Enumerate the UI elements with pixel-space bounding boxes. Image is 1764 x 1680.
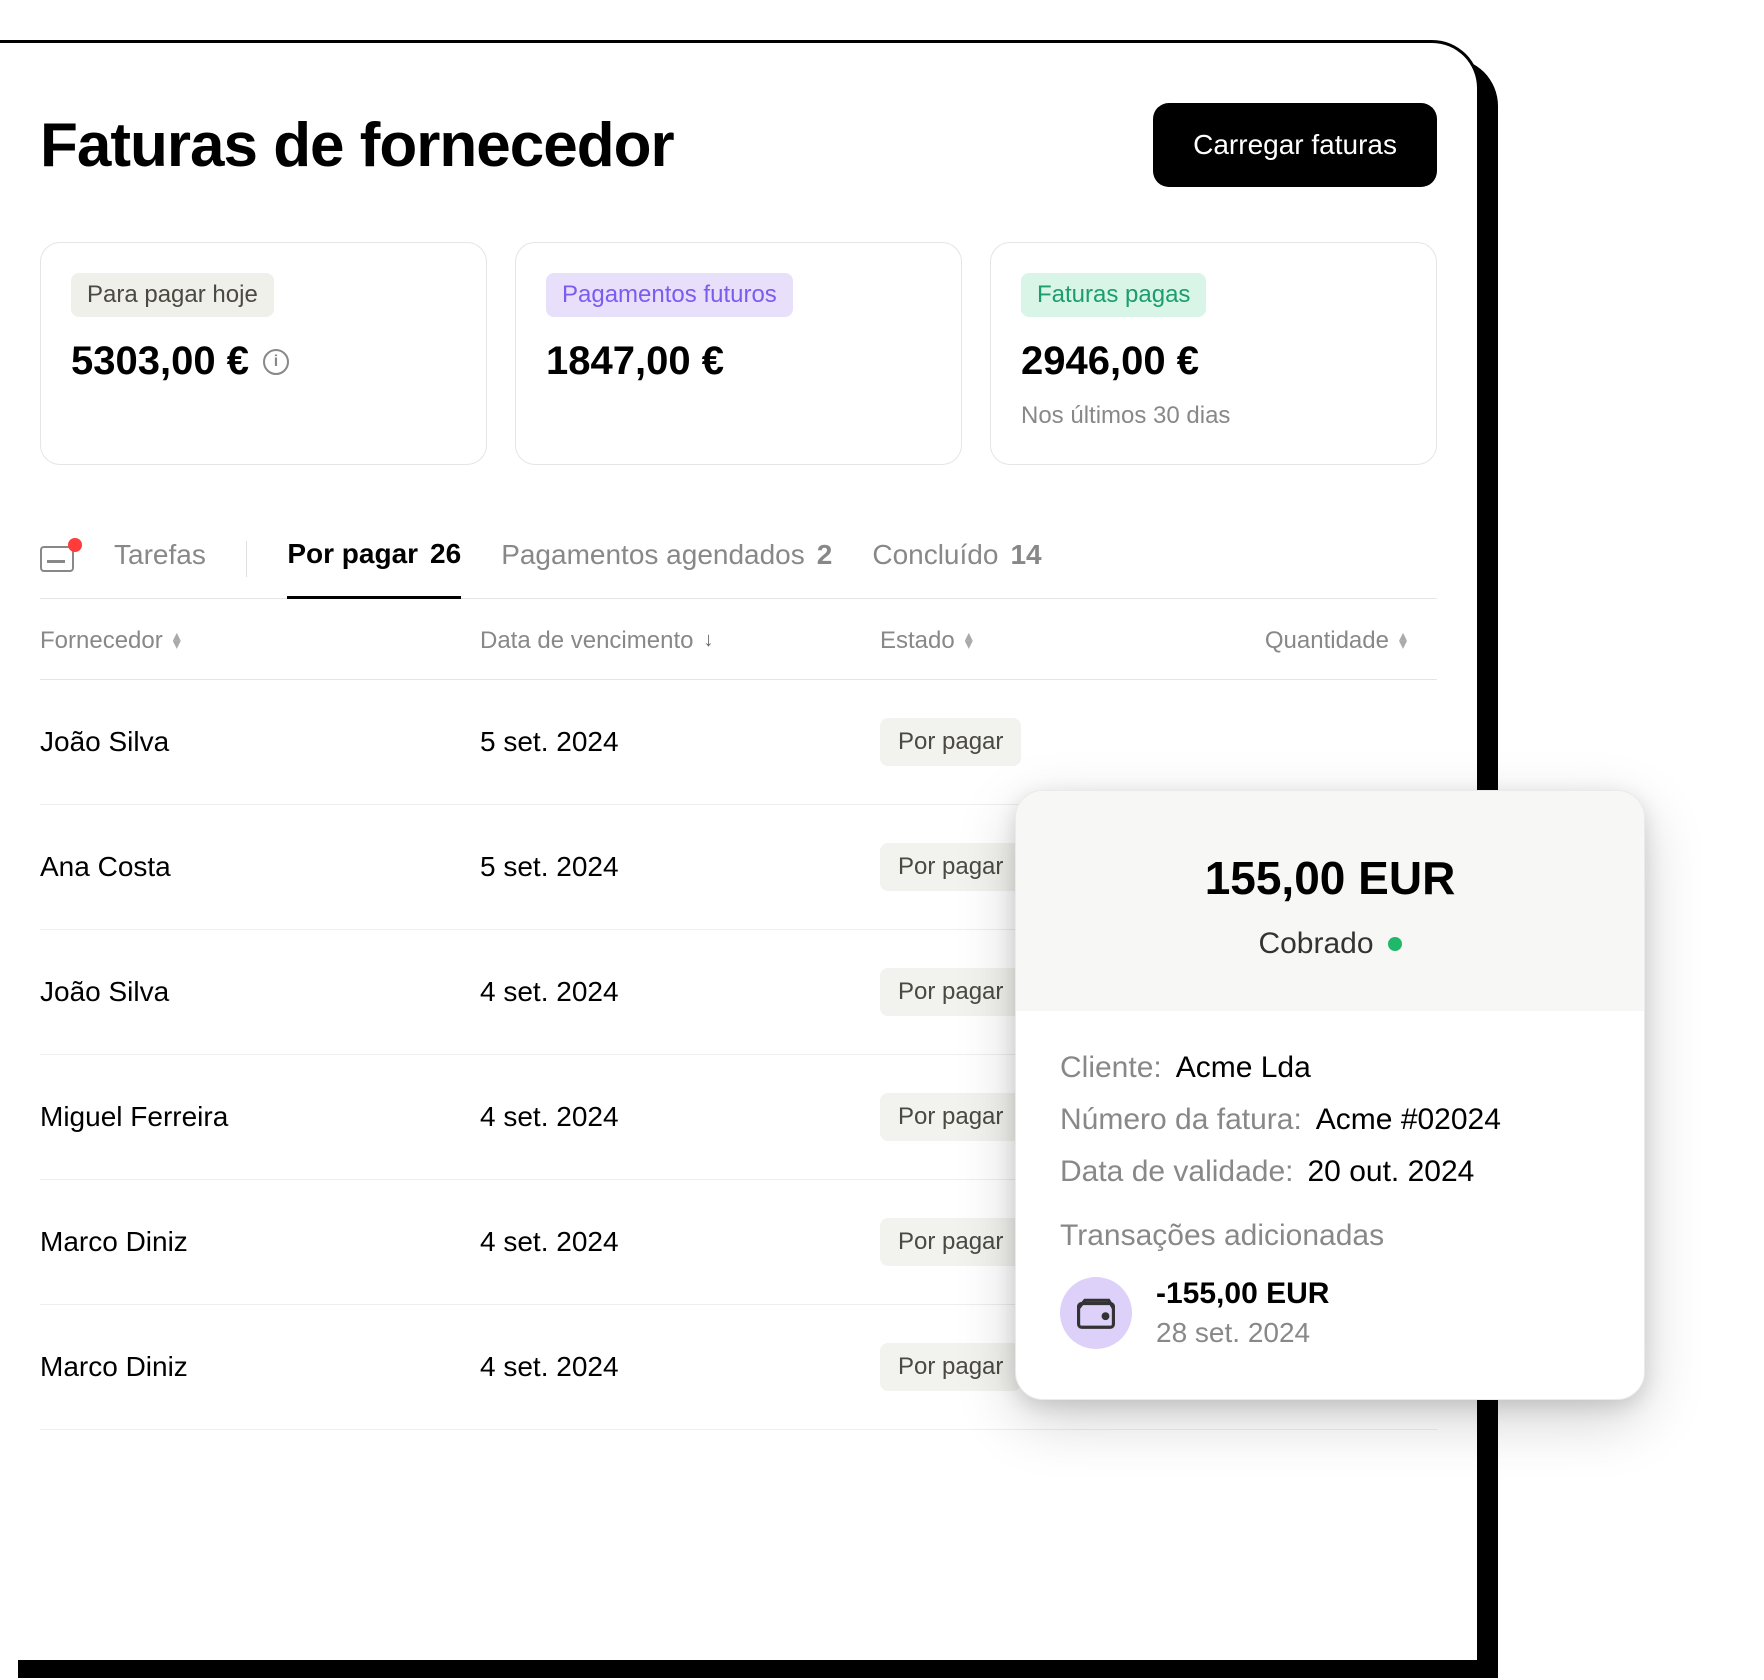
cell-due-date: 4 set. 2024 — [480, 1101, 880, 1133]
invoice-detail-panel: 155,00 EUR Cobrado Cliente: Acme Lda Núm… — [1015, 790, 1645, 1400]
tab-scheduled[interactable]: Pagamentos agendados 2 — [501, 521, 832, 597]
detail-amount: 155,00 EUR — [1056, 851, 1604, 905]
tab-tasks[interactable]: Tarefas — [114, 521, 206, 597]
card-paid-invoices[interactable]: Faturas pagas 2946,00 € Nos últimos 30 d… — [990, 242, 1437, 465]
status-badge: Por pagar — [880, 1093, 1021, 1141]
transaction-row[interactable]: -155,00 EUR 28 set. 2024 — [1060, 1277, 1600, 1349]
detail-status: Cobrado — [1258, 927, 1401, 961]
cell-due-date: 4 set. 2024 — [480, 1351, 880, 1383]
paid-subtext: Nos últimos 30 dias — [1021, 402, 1406, 430]
tab-completed[interactable]: Concluído 14 — [872, 521, 1041, 597]
cell-supplier: Marco Diniz — [40, 1226, 480, 1258]
page-header: Faturas de fornecedor Carregar faturas — [40, 103, 1437, 187]
tab-completed-count: 14 — [1010, 539, 1041, 571]
status-badge: Por pagar — [880, 843, 1021, 891]
tab-scheduled-count: 2 — [817, 539, 833, 571]
page-title: Faturas de fornecedor — [40, 110, 674, 181]
sort-icon: ▴▾ — [173, 633, 181, 649]
cell-due-date: 5 set. 2024 — [480, 851, 880, 883]
sort-down-icon: ↓ — [703, 629, 713, 652]
tab-to-pay-label: Por pagar — [287, 538, 418, 570]
detail-client-label: Cliente: — [1060, 1051, 1162, 1085]
th-supplier[interactable]: Fornecedor ▴▾ — [40, 627, 480, 655]
th-status[interactable]: Estado ▴▾ — [880, 627, 1160, 655]
cell-due-date: 5 set. 2024 — [480, 726, 880, 758]
notification-dot-icon — [68, 538, 82, 552]
badge-paid: Faturas pagas — [1021, 273, 1206, 317]
status-badge: Por pagar — [880, 1218, 1021, 1266]
tab-scheduled-label: Pagamentos agendados — [501, 539, 805, 571]
th-supplier-label: Fornecedor — [40, 627, 163, 655]
summary-cards: Para pagar hoje 5303,00 € i Pagamentos f… — [40, 242, 1437, 465]
sort-icon: ▴▾ — [965, 633, 973, 649]
cell-supplier: João Silva — [40, 726, 480, 758]
badge-future: Pagamentos futuros — [546, 273, 793, 317]
detail-header: 155,00 EUR Cobrado — [1016, 791, 1644, 1011]
th-due-date[interactable]: Data de vencimento ↓ — [480, 627, 880, 655]
amount-pay-today: 5303,00 € i — [71, 339, 456, 384]
info-icon[interactable]: i — [263, 349, 289, 375]
cell-status: Por pagar — [880, 718, 1160, 766]
cell-supplier: Marco Diniz — [40, 1351, 480, 1383]
wallet-icon — [1060, 1277, 1132, 1349]
tab-to-pay-count: 26 — [430, 538, 461, 570]
th-qty-label: Quantidade — [1265, 627, 1389, 655]
status-badge: Por pagar — [880, 1343, 1021, 1391]
tab-divider — [246, 541, 248, 577]
detail-invoice-value: Acme #02024 — [1316, 1103, 1501, 1137]
status-dot-icon — [1388, 937, 1402, 951]
transaction-info: -155,00 EUR 28 set. 2024 — [1156, 1277, 1329, 1349]
transactions-title: Transações adicionadas — [1060, 1219, 1600, 1253]
th-due-label: Data de vencimento — [480, 627, 693, 655]
card-pay-today[interactable]: Para pagar hoje 5303,00 € i — [40, 242, 487, 465]
status-badge: Por pagar — [880, 718, 1021, 766]
table-row[interactable]: João Silva5 set. 2024Por pagar — [40, 680, 1437, 805]
tab-to-pay[interactable]: Por pagar 26 — [287, 520, 461, 599]
detail-client-value: Acme Lda — [1176, 1051, 1311, 1085]
detail-client-row: Cliente: Acme Lda — [1060, 1051, 1600, 1085]
th-quantity[interactable]: Quantidade ▴▾ — [1160, 627, 1437, 655]
detail-body: Cliente: Acme Lda Número da fatura: Acme… — [1016, 1011, 1644, 1399]
transaction-amount: -155,00 EUR — [1156, 1277, 1329, 1311]
cell-supplier: Ana Costa — [40, 851, 480, 883]
badge-pay-today: Para pagar hoje — [71, 273, 274, 317]
detail-status-label: Cobrado — [1258, 927, 1373, 961]
amount-pay-today-value: 5303,00 € — [71, 339, 249, 384]
status-badge: Por pagar — [880, 968, 1021, 1016]
inbox-icon-wrap[interactable] — [40, 546, 74, 572]
amount-future: 1847,00 € — [546, 339, 931, 384]
cell-supplier: Miguel Ferreira — [40, 1101, 480, 1133]
tab-completed-label: Concluído — [872, 539, 998, 571]
card-future-payments[interactable]: Pagamentos futuros 1847,00 € — [515, 242, 962, 465]
sort-icon: ▴▾ — [1399, 633, 1407, 649]
cell-due-date: 4 set. 2024 — [480, 976, 880, 1008]
detail-invoice-row: Número da fatura: Acme #02024 — [1060, 1103, 1600, 1137]
detail-invoice-label: Número da fatura: — [1060, 1103, 1302, 1137]
transaction-date: 28 set. 2024 — [1156, 1317, 1329, 1349]
cell-due-date: 4 set. 2024 — [480, 1226, 880, 1258]
upload-invoices-button[interactable]: Carregar faturas — [1153, 103, 1437, 187]
th-status-label: Estado — [880, 627, 955, 655]
detail-expiry-label: Data de validade: — [1060, 1155, 1294, 1189]
table-header-row: Fornecedor ▴▾ Data de vencimento ↓ Estad… — [40, 599, 1437, 680]
detail-expiry-value: 20 out. 2024 — [1308, 1155, 1475, 1189]
cell-supplier: João Silva — [40, 976, 480, 1008]
detail-expiry-row: Data de validade: 20 out. 2024 — [1060, 1155, 1600, 1189]
tabs-bar: Tarefas Por pagar 26 Pagamentos agendado… — [40, 520, 1437, 599]
amount-paid: 2946,00 € — [1021, 339, 1406, 384]
